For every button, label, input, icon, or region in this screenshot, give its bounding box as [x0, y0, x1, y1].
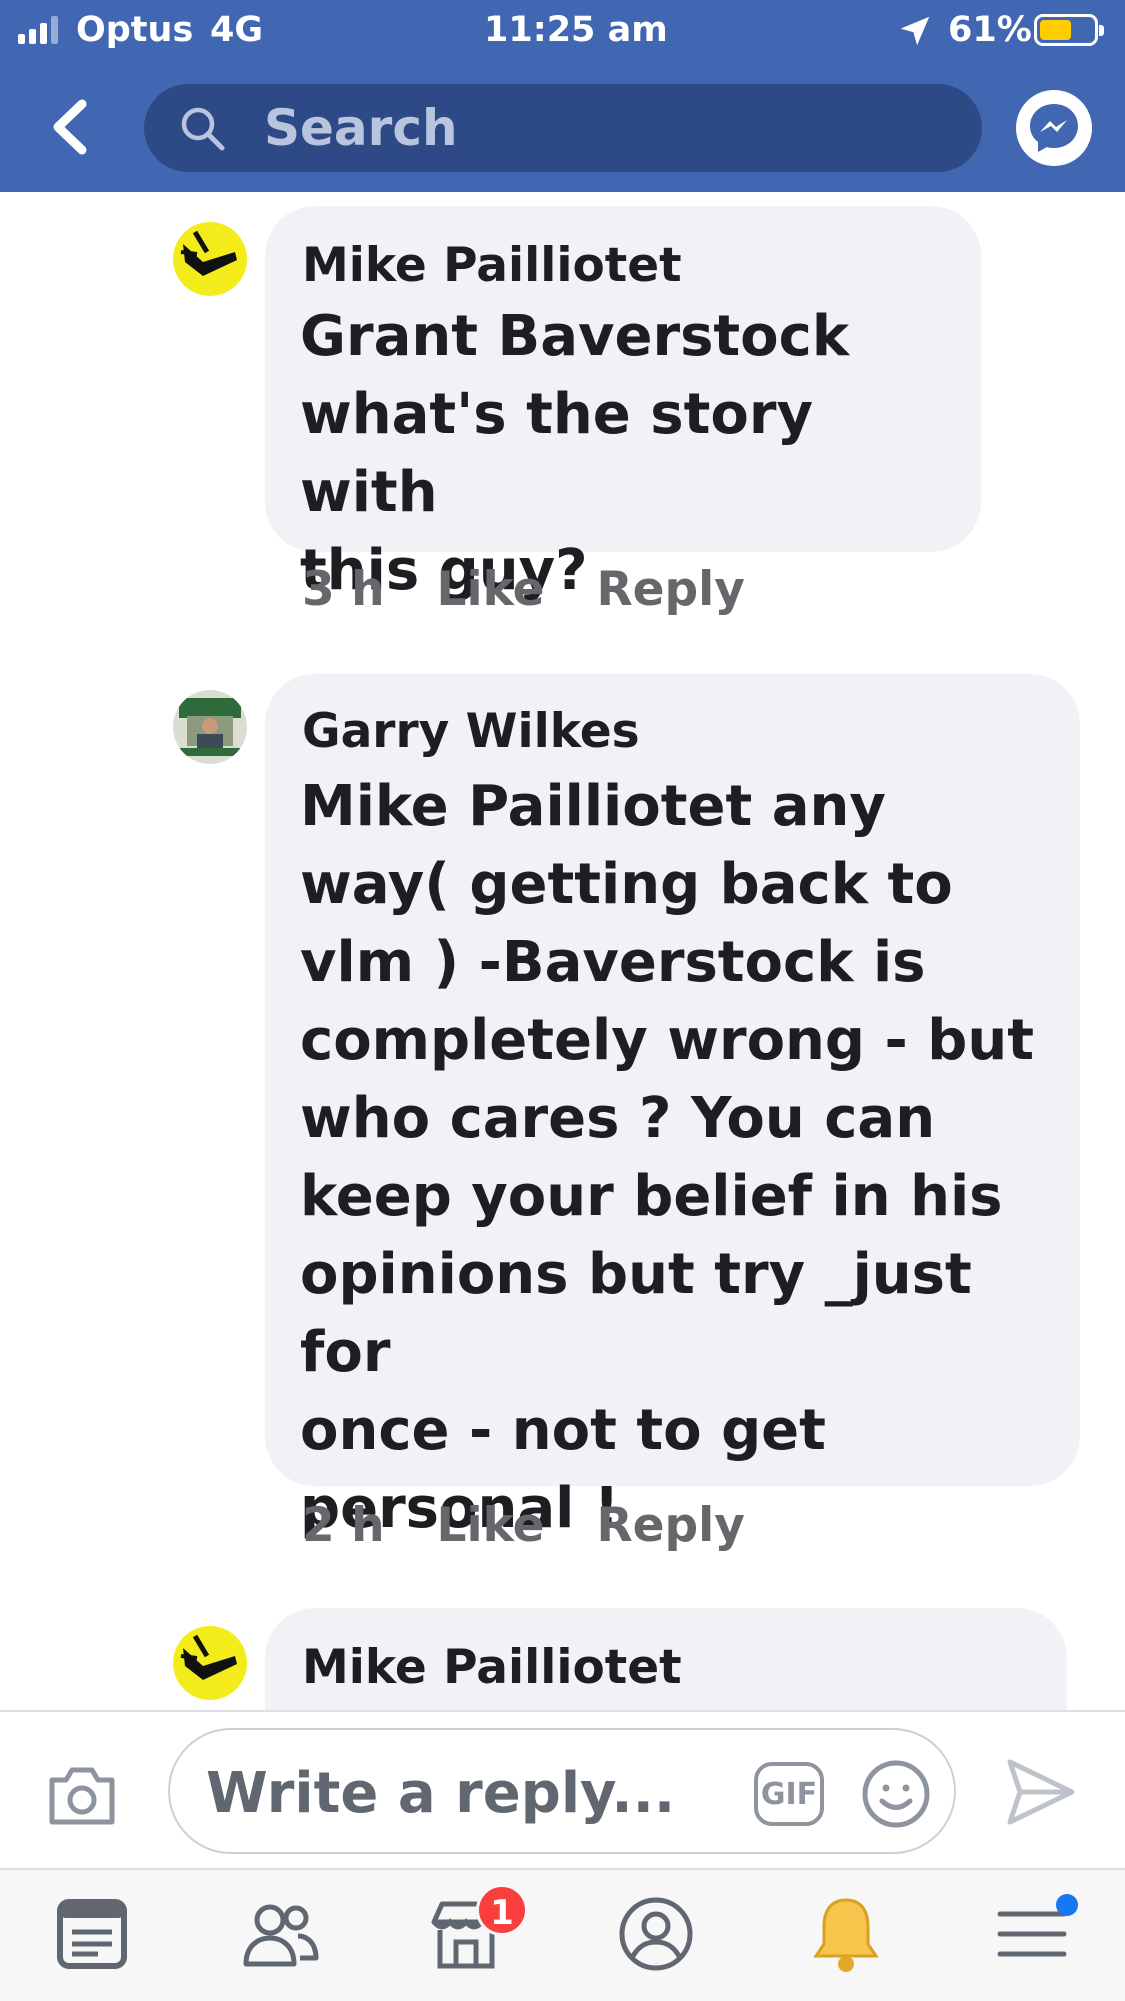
battery-percentage: 61%: [948, 10, 1032, 50]
bottom-tab-bar: 1: [0, 1868, 1125, 2001]
comment-actions: 2 h Like Reply: [302, 1498, 745, 1553]
avatar[interactable]: [173, 222, 247, 296]
comment-time: 2 h: [302, 1498, 385, 1553]
messenger-button[interactable]: [1016, 90, 1092, 166]
back-chevron-icon[interactable]: [40, 92, 100, 162]
search-icon: [181, 107, 225, 151]
notifications-bell-icon[interactable]: [804, 1892, 888, 1976]
avatar[interactable]: [173, 690, 247, 764]
comment-text: Mike Pailliotet any way( getting back to…: [300, 774, 1034, 1541]
carrier-name: Optus: [76, 10, 194, 50]
reply-button[interactable]: Reply: [596, 562, 744, 617]
avatar[interactable]: [173, 1626, 247, 1700]
reply-field[interactable]: GIF: [168, 1728, 956, 1854]
send-arrow-icon[interactable]: [1004, 1756, 1078, 1828]
reply-button[interactable]: Reply: [596, 1498, 744, 1553]
reply-input[interactable]: [206, 1760, 726, 1826]
comment-author[interactable]: Mike Pailliotet: [302, 238, 682, 293]
emoji-smiley-icon[interactable]: [860, 1758, 932, 1830]
mention-link[interactable]: Grant Baverstock: [300, 298, 960, 376]
comment-author[interactable]: Garry Wilkes: [302, 704, 640, 759]
commenter-avatar-image: [173, 222, 247, 296]
menu-notification-dot: [1056, 1894, 1078, 1916]
gif-button[interactable]: GIF: [754, 1762, 824, 1826]
marketplace-notification-badge: 1: [476, 1884, 528, 1936]
network-type: 4G: [210, 10, 264, 50]
mention-link[interactable]: Mike Pailliotet: [300, 774, 752, 839]
search-input[interactable]: [264, 98, 944, 158]
commenter-avatar-image: [173, 1626, 247, 1700]
app-header: Optus 4G 11:25 am 61%: [0, 0, 1125, 192]
commenter-avatar-image: [173, 690, 247, 764]
search-bar[interactable]: [144, 84, 982, 172]
comment-time: 3 h: [302, 562, 385, 617]
messenger-icon: [1030, 104, 1078, 152]
camera-icon[interactable]: [46, 1762, 118, 1828]
news-feed-icon[interactable]: [50, 1892, 134, 1976]
signal-strength-icon: [18, 16, 58, 44]
like-button[interactable]: Like: [437, 1498, 545, 1553]
location-arrow-icon: [900, 16, 930, 46]
comment-author[interactable]: Mike Pailliotet: [302, 1640, 682, 1695]
comment-actions: 3 h Like Reply: [302, 562, 745, 617]
friends-icon[interactable]: [238, 1892, 322, 1976]
reply-composer: GIF: [0, 1710, 1125, 1868]
battery-icon: [1034, 14, 1104, 46]
status-bar: Optus 4G 11:25 am 61%: [0, 0, 1125, 64]
status-time: 11:25 am: [484, 10, 668, 50]
profile-icon[interactable]: [614, 1892, 698, 1976]
like-button[interactable]: Like: [437, 562, 545, 617]
